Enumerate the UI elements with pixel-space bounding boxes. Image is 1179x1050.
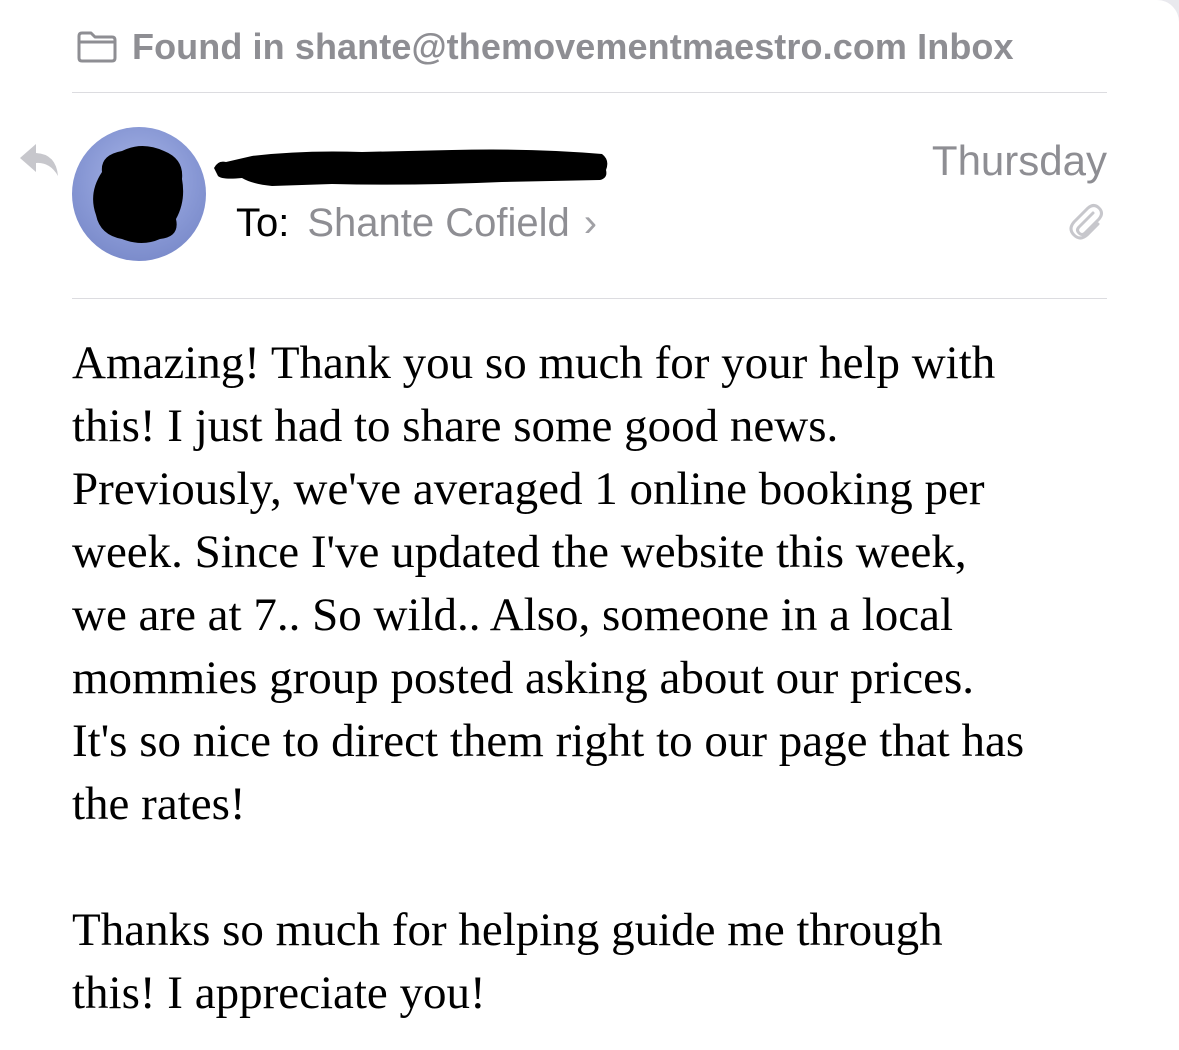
body-line: this! I appreciate you! [72,967,486,1019]
body-line: we are at 7.. So wild.. Also, someone in… [72,589,954,641]
message-date: Thursday [931,137,1107,184]
body-line: the rates! [72,778,246,830]
reply-icon[interactable] [16,140,60,180]
body-divider [72,298,1107,299]
body-line: Thanks so much for helping guide me thro… [72,904,943,956]
body-line: It's so nice to direct them right to our… [72,715,1025,767]
folder-icon [76,30,118,64]
header-divider [72,92,1107,93]
recipient-name[interactable]: Shante Cofield [307,201,569,246]
body-line: Amazing! Thank you so much for your help… [72,337,996,389]
sender-avatar[interactable] [72,127,206,261]
to-label: To: [236,200,290,245]
body-line: this! I just had to share some good news… [72,400,839,452]
sender-name-redacted [212,140,612,188]
chevron-right-icon[interactable]: › [584,201,597,246]
found-in-bar[interactable]: Found in shante@themovementmaestro.com I… [76,24,1014,70]
message-body: Amazing! Thank you so much for your help… [72,332,1132,1025]
paperclip-icon[interactable] [1066,202,1106,242]
body-line: week. Since I've updated the website thi… [72,526,967,578]
body-line: Previously, we've averaged 1 online book… [72,463,985,515]
body-line: mommies group posted asking about our pr… [72,652,974,704]
window-corner [1157,0,1179,22]
found-in-label: Found in shante@themovementmaestro.com I… [132,26,1014,67]
recipient-line[interactable]: To: Shante Cofield › [236,197,597,249]
